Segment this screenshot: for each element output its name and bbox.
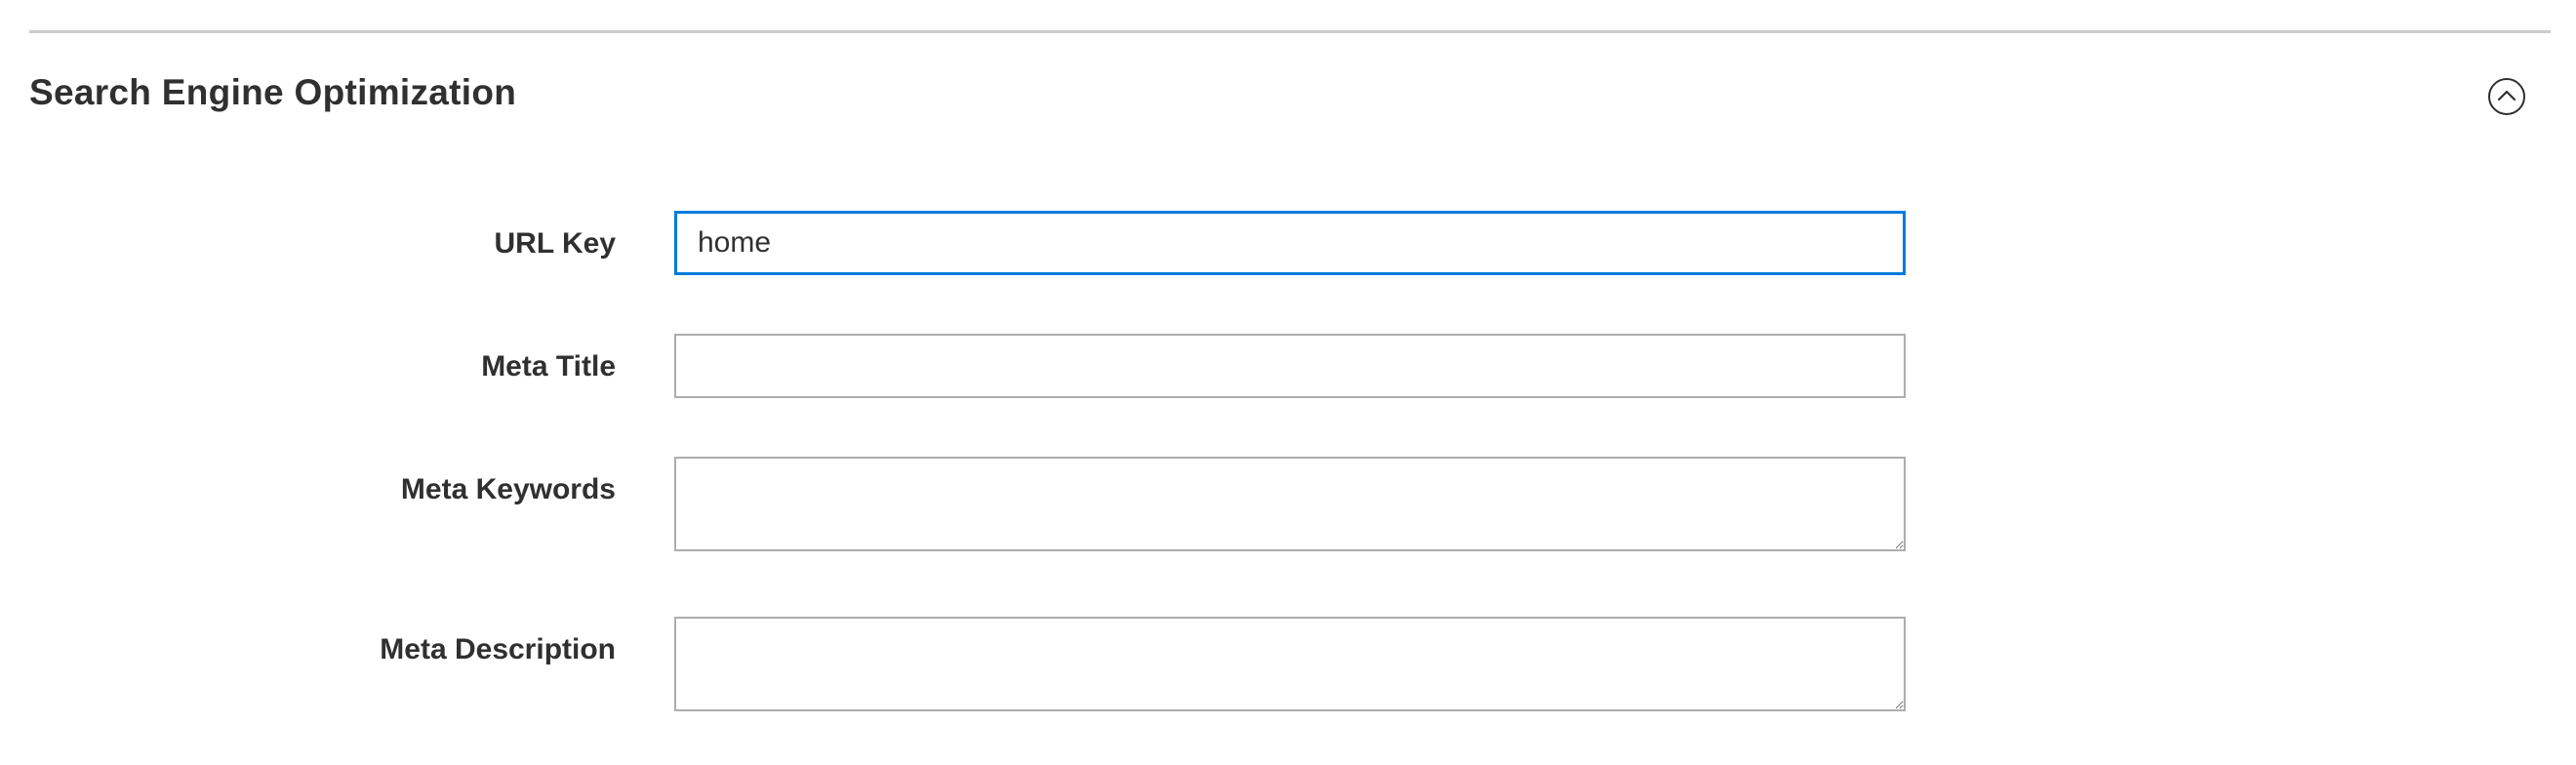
- collapse-section-button[interactable]: [2487, 77, 2526, 116]
- url-key-input[interactable]: [674, 211, 1906, 275]
- meta-title-label: Meta Title: [481, 350, 616, 382]
- meta-keywords-textarea[interactable]: [674, 457, 1906, 551]
- url-key-label: URL Key: [494, 227, 616, 260]
- meta-description-textarea[interactable]: [674, 617, 1906, 711]
- section-title: Search Engine Optimization: [29, 72, 517, 112]
- section-divider: [29, 30, 2551, 33]
- meta-keywords-label: Meta Keywords: [400, 473, 616, 505]
- meta-title-input[interactable]: [674, 334, 1906, 398]
- meta-description-label: Meta Description: [380, 633, 616, 665]
- chevron-up-circle-icon: [2488, 78, 2525, 115]
